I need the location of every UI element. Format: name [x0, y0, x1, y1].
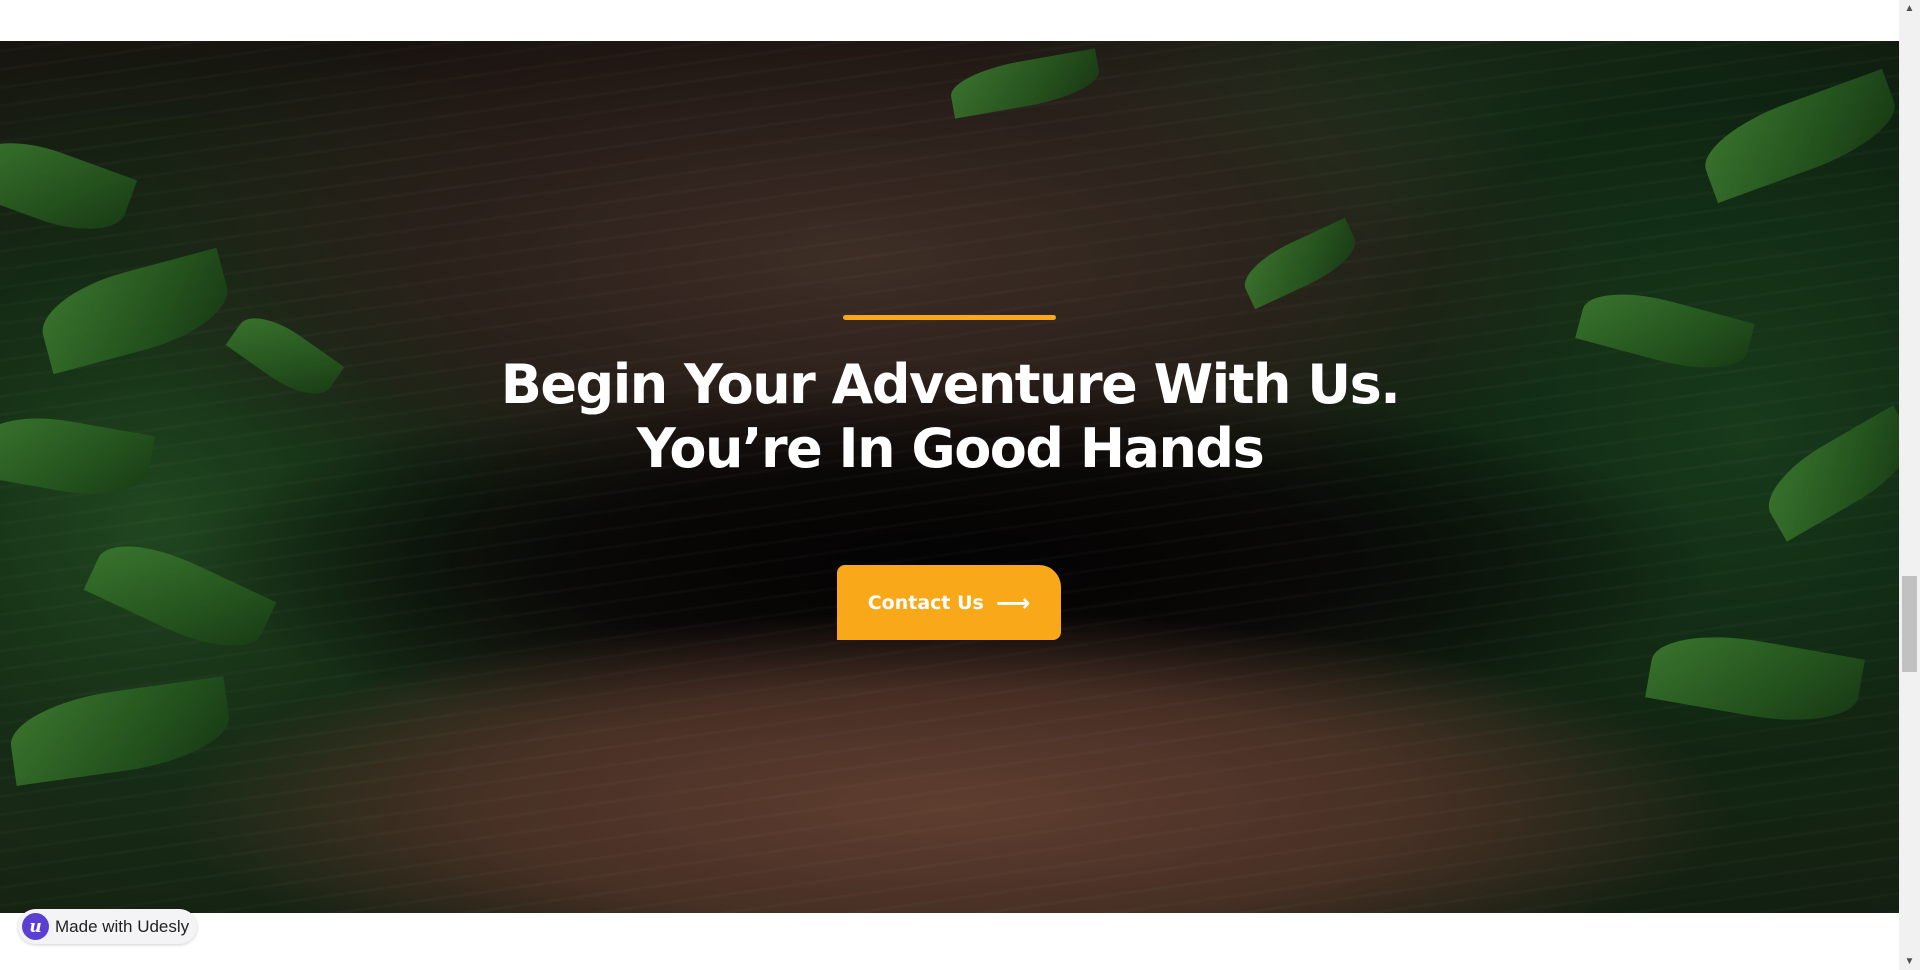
scrollbar-thumb[interactable] — [1902, 576, 1917, 672]
scroll-up-arrow-icon[interactable]: ▲ — [1899, 0, 1920, 17]
page: Begin Your Adventure With Us. You’re In … — [0, 0, 1899, 970]
contact-us-label: Contact Us — [867, 591, 984, 614]
headline-line-2: You’re In Good Hands — [636, 417, 1265, 480]
udesly-logo-icon: u — [22, 913, 49, 940]
vertical-scrollbar[interactable]: ▲ ▼ — [1899, 0, 1920, 970]
arrow-right-icon: ⟶ — [995, 588, 1031, 617]
made-with-udesly-badge[interactable]: u Made with Udesly — [18, 909, 198, 944]
badge-label: Made with Udesly — [55, 916, 190, 936]
contact-us-button[interactable]: Contact Us ⟶ — [837, 565, 1061, 640]
hero-section: Begin Your Adventure With Us. You’re In … — [0, 41, 1899, 913]
scroll-down-arrow-icon[interactable]: ▼ — [1899, 953, 1920, 970]
headline-line-1: Begin Your Adventure With Us. — [500, 353, 1401, 416]
accent-divider — [843, 315, 1056, 320]
hero-content: Begin Your Adventure With Us. You’re In … — [0, 41, 1899, 913]
hero-headline: Begin Your Adventure With Us. You’re In … — [400, 353, 1500, 481]
